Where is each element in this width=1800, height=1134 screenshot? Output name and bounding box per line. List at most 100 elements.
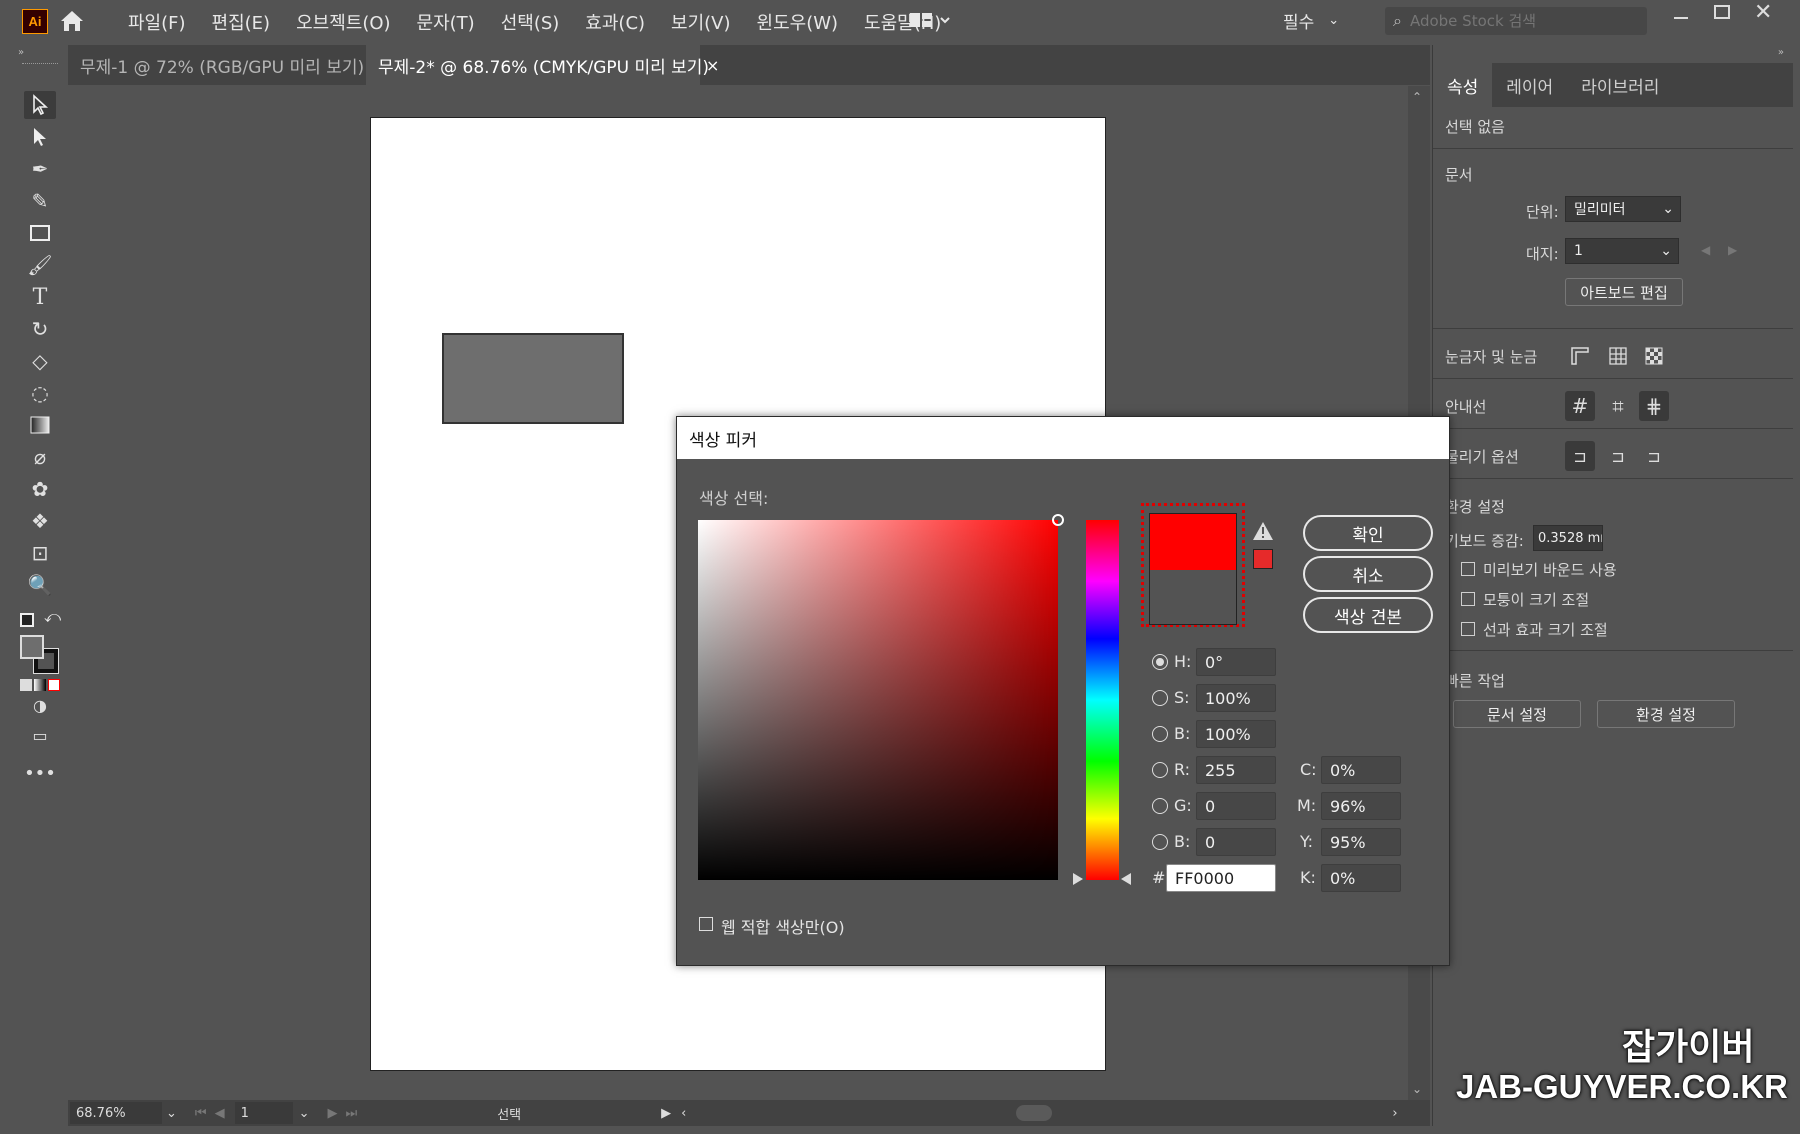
zoom-select[interactable]: 68.76% — [70, 1102, 162, 1124]
preview-bounds-checkbox[interactable] — [1461, 562, 1475, 576]
document-setup-button[interactable]: 문서 설정 — [1453, 700, 1581, 728]
menu-window[interactable]: 윈도우(W) — [757, 9, 839, 35]
next-artboard-icon[interactable]: ▶ — [328, 1106, 338, 1121]
paintbrush-tool-icon[interactable]: 🖌 — [24, 251, 56, 279]
menu-object[interactable]: 오브젝트(O) — [296, 9, 390, 35]
direct-selection-tool-icon[interactable] — [24, 123, 56, 151]
radio-red[interactable] — [1152, 762, 1168, 778]
snap-to-point-icon[interactable]: ⊐ — [1565, 441, 1595, 471]
menu-effect[interactable]: 효과(C) — [585, 9, 645, 35]
zoom-tool-icon[interactable]: 🔍 — [24, 571, 56, 599]
rectangle-shape[interactable] — [442, 333, 624, 424]
ok-button[interactable]: 확인 — [1303, 515, 1433, 551]
draw-mode-icon[interactable]: ◑ — [24, 691, 56, 719]
menu-file[interactable]: 파일(F) — [128, 9, 186, 35]
blue-field[interactable]: 0 — [1196, 828, 1276, 856]
close-icon[interactable]: × — [706, 56, 719, 75]
status-menu-icon[interactable]: ▶ — [661, 1106, 671, 1121]
default-colors-icon[interactable] — [20, 613, 34, 627]
screen-mode-icon[interactable]: ▭ — [24, 721, 56, 749]
lasso-tool-icon[interactable]: ◌ — [24, 379, 56, 407]
color-swatches-button[interactable]: 색상 견본 — [1303, 597, 1433, 633]
units-select[interactable]: 밀리미터 ⌄ — [1565, 196, 1681, 222]
edit-artboards-button[interactable]: 아트보드 편집 — [1565, 278, 1683, 306]
pen-tool-icon[interactable]: ✒ — [24, 155, 56, 183]
panel-grip[interactable] — [22, 63, 58, 66]
color-mode-icons[interactable] — [20, 679, 60, 691]
hue-slider-right-arrow[interactable] — [1121, 873, 1131, 885]
chevron-down-icon[interactable]: ⌄ — [166, 1106, 177, 1121]
menu-view[interactable]: 보기(V) — [671, 9, 730, 35]
hue-slider[interactable] — [1086, 520, 1119, 880]
search-input[interactable] — [1409, 12, 1620, 30]
stock-search[interactable]: ⌕ — [1385, 7, 1647, 35]
prev-artboard-icon[interactable]: ◀ — [215, 1106, 225, 1121]
hex-field[interactable]: FF0000 — [1166, 864, 1276, 892]
snap-to-pixel-icon[interactable]: ⊐ — [1603, 441, 1633, 471]
more-tools-icon[interactable]: ••• — [24, 759, 56, 787]
swap-colors-icon[interactable]: ⤺ — [44, 607, 61, 627]
next-artboard-icon[interactable]: ▶ — [1728, 243, 1737, 257]
hue-slider-left-arrow[interactable] — [1073, 873, 1083, 885]
scale-strokes-checkbox[interactable] — [1461, 622, 1475, 636]
scroll-down-icon[interactable]: ⌄ — [1412, 1082, 1422, 1096]
first-artboard-icon[interactable]: ⏮ — [195, 1106, 207, 1121]
gamut-color-swatch[interactable] — [1253, 549, 1273, 569]
saturation-brightness-field[interactable] — [698, 520, 1058, 880]
workspace-switcher[interactable]: 필수 ⌄ — [1283, 8, 1339, 33]
yellow-field[interactable]: 95% — [1321, 828, 1401, 856]
close-window-icon[interactable]: ✕ — [1754, 0, 1772, 25]
minimize-icon[interactable] — [1674, 8, 1694, 28]
menu-select[interactable]: 선택(S) — [501, 9, 560, 35]
tab-document-2[interactable]: 무제-2* @ 68.76% (CMYK/GPU 미리 보기) × — [366, 45, 719, 85]
scroll-right-icon[interactable]: › — [1392, 1106, 1397, 1121]
symbol-sprayer-tool-icon[interactable]: ❖ — [24, 507, 56, 535]
cancel-button[interactable]: 취소 — [1303, 556, 1433, 592]
maximize-icon[interactable] — [1714, 5, 1730, 19]
artboard-number-field[interactable]: 1 — [234, 1102, 293, 1124]
chevron-down-icon[interactable]: ⌄ — [299, 1106, 310, 1121]
eraser-tool-icon[interactable]: ◇ — [24, 347, 56, 375]
menu-edit[interactable]: 편집(E) — [212, 9, 271, 35]
gradient-tool-icon[interactable] — [24, 411, 56, 439]
tab-libraries[interactable]: 라이브러리 — [1567, 63, 1673, 107]
scale-corners-checkbox[interactable] — [1461, 592, 1475, 606]
brightness-field[interactable]: 100% — [1196, 720, 1276, 748]
scroll-left-icon[interactable]: ‹ — [681, 1106, 686, 1121]
magenta-field[interactable]: 96% — [1321, 792, 1401, 820]
scroll-up-icon[interactable]: ⌃ — [1412, 90, 1422, 104]
curvature-tool-icon[interactable]: ✎ — [24, 187, 56, 215]
type-tool-icon[interactable]: T — [24, 283, 56, 311]
preferences-button[interactable]: 환경 설정 — [1597, 700, 1735, 728]
artboard-select[interactable]: 1 ⌄ — [1565, 238, 1679, 264]
radio-saturation[interactable] — [1152, 690, 1168, 706]
web-only-checkbox[interactable] — [699, 917, 713, 931]
saturation-field[interactable]: 100% — [1196, 684, 1276, 712]
out-of-gamut-warning-icon[interactable] — [1252, 521, 1274, 545]
black-field[interactable]: 0% — [1321, 864, 1401, 892]
grid-icon[interactable] — [1603, 341, 1633, 371]
home-icon[interactable] — [58, 8, 86, 34]
prev-artboard-icon[interactable]: ◀ — [1701, 243, 1710, 257]
ruler-icon[interactable] — [1565, 341, 1595, 371]
radio-green[interactable] — [1152, 798, 1168, 814]
panel-collapse-icon[interactable]: » — [18, 47, 24, 58]
horizontal-scroll-thumb[interactable] — [1016, 1105, 1053, 1121]
smart-guides-icon[interactable]: ⋕ — [1639, 391, 1669, 421]
show-guides-icon[interactable]: # — [1565, 391, 1595, 421]
lock-guides-icon[interactable]: ⌗ — [1603, 391, 1633, 421]
blend-tool-icon[interactable]: ✿ — [24, 475, 56, 503]
fill-swatch[interactable] — [20, 635, 44, 659]
rotate-tool-icon[interactable]: ↻ — [24, 315, 56, 343]
artboard-tool-icon[interactable]: ⊡ — [24, 539, 56, 567]
tab-properties[interactable]: 속성 — [1433, 63, 1493, 107]
keyboard-increment-field[interactable]: 0.3528 mm — [1533, 525, 1603, 551]
radio-blue[interactable] — [1152, 834, 1168, 850]
menu-type[interactable]: 문자(T) — [417, 9, 475, 35]
transparency-grid-icon[interactable] — [1639, 341, 1669, 371]
red-field[interactable]: 255 — [1196, 756, 1276, 784]
snap-to-grid-icon[interactable]: ⊐ — [1639, 441, 1669, 471]
rectangle-tool-icon[interactable] — [24, 219, 56, 247]
tab-document-1[interactable]: 무제-1 @ 72% (RGB/GPU 미리 보기) × — [68, 45, 383, 85]
selection-tool-icon[interactable] — [24, 91, 56, 119]
